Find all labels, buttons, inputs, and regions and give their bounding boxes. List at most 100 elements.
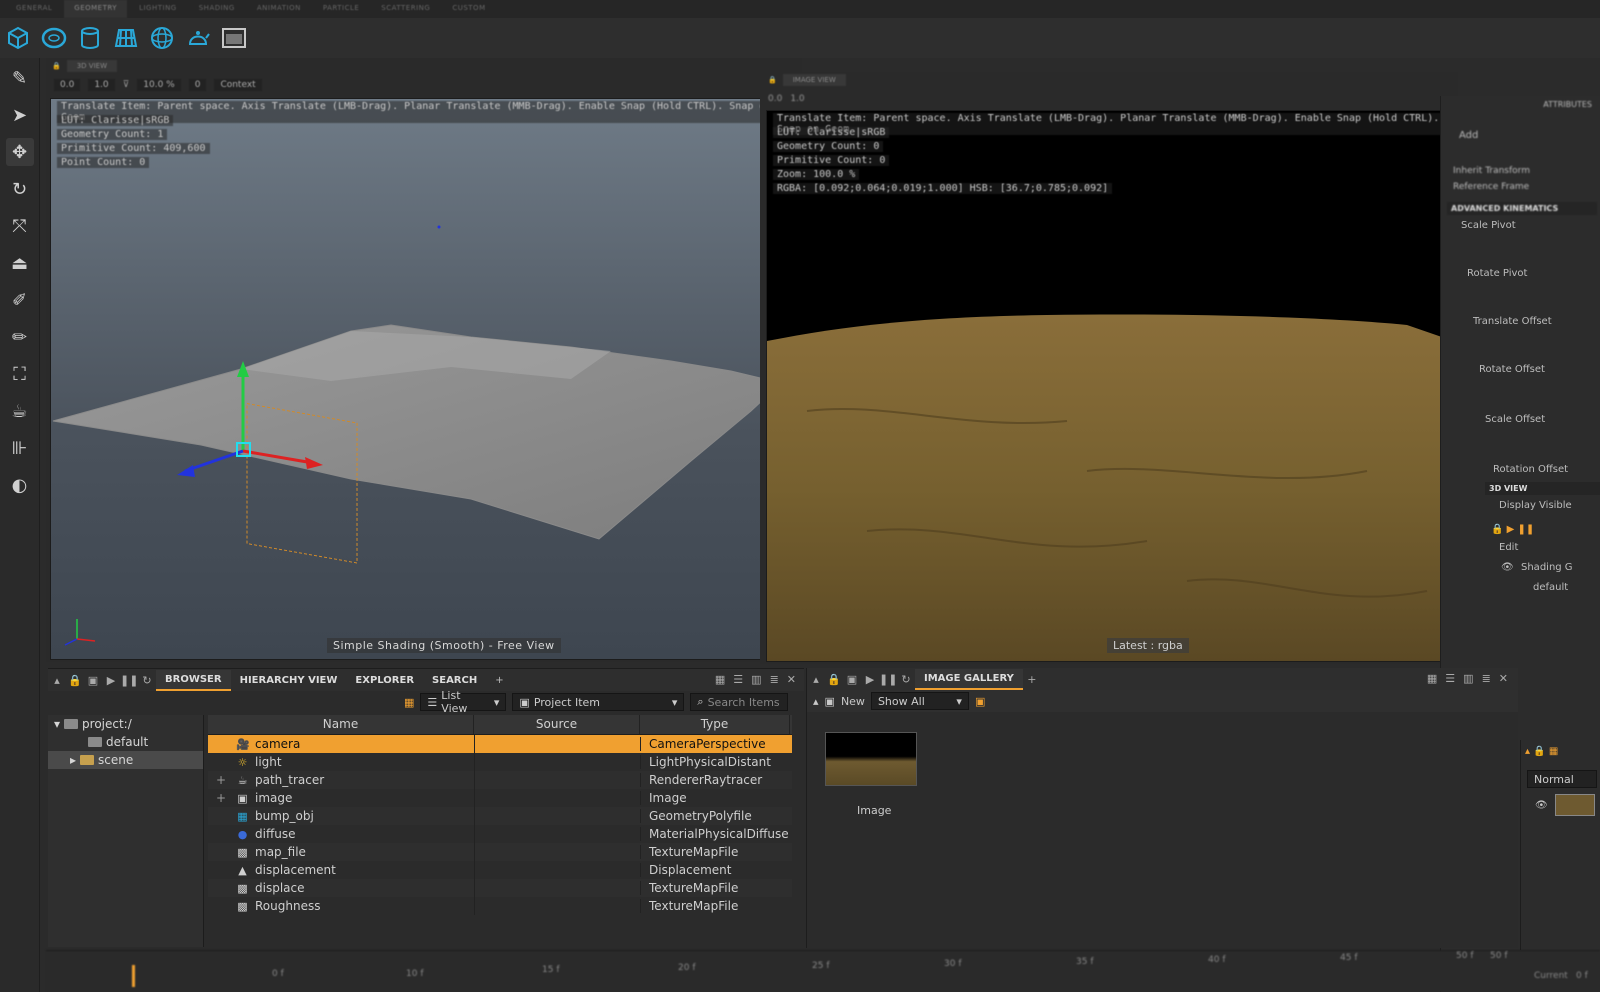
grid-icon[interactable] xyxy=(112,24,140,52)
end-frame-field[interactable]: 50 f xyxy=(1490,951,1507,961)
layer-thumbnail[interactable] xyxy=(1555,794,1595,816)
cell-name[interactable]: + ▣ image xyxy=(208,791,474,805)
color-swatch-icon[interactable]: ◐ xyxy=(6,471,34,499)
timeline-playhead[interactable] xyxy=(132,965,135,987)
refresh-icon[interactable]: ↻ xyxy=(138,674,156,687)
tab-browser[interactable]: BROWSER xyxy=(156,669,231,691)
table-row[interactable]: ▩ displace TextureMapFile xyxy=(208,879,792,897)
table-row[interactable]: + ☕ path_tracer RendererRaytracer xyxy=(208,771,792,789)
tab-search[interactable]: SEARCH xyxy=(423,671,486,690)
add-button[interactable]: Add xyxy=(1459,130,1478,141)
image-icon[interactable]: ▣ xyxy=(975,695,985,708)
cell-name[interactable]: + ☕ path_tracer xyxy=(208,773,474,787)
shelf-tab-geometry[interactable]: GEOMETRY xyxy=(64,0,128,18)
layout-grid-icon[interactable]: ▦ xyxy=(1427,672,1437,685)
eye-icon[interactable]: 👁 xyxy=(1535,800,1548,811)
shelf-tab-custom[interactable]: CUSTOM xyxy=(442,0,495,18)
layout-list-icon[interactable]: ≣ xyxy=(770,673,779,686)
shelf-tab-particle[interactable]: PARTICLE xyxy=(313,0,369,18)
add-tab-button[interactable]: + xyxy=(1023,673,1041,686)
shelf-tab-animation[interactable]: ANIMATION xyxy=(247,0,311,18)
cell-source[interactable] xyxy=(474,789,640,807)
tab-image-gallery[interactable]: IMAGE GALLERY xyxy=(915,668,1023,690)
torus-icon[interactable] xyxy=(40,24,68,52)
cell-source[interactable] xyxy=(474,825,640,843)
snapshot-icon[interactable]: ▣ xyxy=(843,673,861,686)
eye-icon[interactable]: 👁 xyxy=(1501,562,1514,573)
tab-image-view[interactable]: IMAGE VIEW xyxy=(782,74,846,86)
collapse-icon[interactable]: ▴ xyxy=(813,695,819,708)
table-row[interactable]: ☼ light LightPhysicalDistant xyxy=(208,753,792,771)
column-header-type[interactable]: Type xyxy=(640,715,790,734)
expand-plus-icon[interactable]: + xyxy=(216,791,226,805)
teapot-icon[interactable] xyxy=(184,24,212,52)
cell-source[interactable] xyxy=(474,735,640,753)
close-icon[interactable]: ✕ xyxy=(787,673,796,686)
tree-node-default[interactable]: default xyxy=(48,733,203,751)
cube-icon[interactable] xyxy=(4,24,32,52)
blend-mode-dropdown[interactable]: Normal xyxy=(1527,770,1597,788)
lock-icon[interactable]: 🔒 xyxy=(52,62,61,70)
close-icon[interactable]: ✕ xyxy=(1499,672,1508,685)
frame-icon[interactable]: ⛶ xyxy=(6,360,34,388)
section-advanced-kinematics[interactable]: ADVANCED KINEMATICS xyxy=(1447,202,1597,215)
tab-explorer[interactable]: EXPLORER xyxy=(346,671,423,690)
3d-viewport[interactable]: Translate Item: Parent space. Axis Trans… xyxy=(50,98,802,660)
paint-icon[interactable]: ✐ xyxy=(6,286,34,314)
num-field-1[interactable]: 0.0 xyxy=(54,79,81,91)
brush-icon[interactable]: ✏ xyxy=(6,323,34,351)
shelf-tab-scattering[interactable]: SCATTERING xyxy=(371,0,440,18)
tree-node-project[interactable]: ▾ project:/ xyxy=(48,715,203,733)
expand-arrow-icon[interactable]: ▸ xyxy=(70,753,76,767)
shelf-tab-shading[interactable]: SHADING xyxy=(189,0,245,18)
add-tab-button[interactable]: + xyxy=(486,671,512,690)
expand-arrow-icon[interactable]: ▾ xyxy=(54,717,60,731)
tab-hierarchy-view[interactable]: HIERARCHY VIEW xyxy=(231,671,347,690)
snapshot-icon[interactable]: ▣ xyxy=(84,674,102,687)
lock-icon[interactable]: 🔒 xyxy=(825,673,843,686)
pen-icon[interactable]: ✎ xyxy=(6,64,34,92)
rotate-icon[interactable]: ↻ xyxy=(6,175,34,203)
layout-grid-icon[interactable]: ▦ xyxy=(715,673,725,686)
image-viewport[interactable]: Translate Item: Parent space. Axis Trans… xyxy=(766,110,1458,662)
collapse-icon[interactable]: ▴ xyxy=(807,673,825,686)
pause-icon[interactable]: ❚❚ xyxy=(879,673,897,686)
cell-source[interactable] xyxy=(474,843,640,861)
layout-list-icon[interactable]: ≣ xyxy=(1482,672,1491,685)
cell-name[interactable]: ▦ bump_obj xyxy=(208,809,474,823)
column-header-source[interactable]: Source xyxy=(474,715,640,734)
tree-node-scene[interactable]: ▸ scene xyxy=(48,751,203,769)
new-image-icon[interactable]: ▣ xyxy=(825,695,835,708)
gallery-thumbnail[interactable] xyxy=(825,732,917,786)
refresh-icon[interactable]: ↻ xyxy=(897,673,915,686)
select-arrow-icon[interactable]: ➤ xyxy=(6,101,34,129)
cell-source[interactable] xyxy=(474,861,640,879)
table-row[interactable]: 🎥 camera CameraPerspective xyxy=(208,735,792,753)
cell-name[interactable]: ▩ Roughness xyxy=(208,899,474,913)
expand-plus-icon[interactable]: + xyxy=(216,773,226,787)
frame-field[interactable]: 0 xyxy=(188,79,207,91)
filter-icon[interactable]: ⊽ xyxy=(123,80,130,90)
cell-name[interactable]: ▲ displacement xyxy=(208,863,474,877)
current-frame-field[interactable]: 0 f xyxy=(1576,971,1588,981)
table-row[interactable]: ▩ map_file TextureMapFile xyxy=(208,843,792,861)
cylinder-icon[interactable] xyxy=(76,24,104,52)
cell-name[interactable]: ☼ light xyxy=(208,755,474,769)
stamp-icon[interactable]: ⏏ xyxy=(6,249,34,277)
table-row[interactable]: + ▣ image Image xyxy=(208,789,792,807)
show-all-dropdown[interactable]: Show All ▾ xyxy=(870,692,969,710)
num-field-2[interactable]: 1.0 xyxy=(790,94,804,104)
view-mode-icon[interactable]: ▦ xyxy=(404,696,414,709)
cell-name[interactable]: ● diffuse xyxy=(208,827,474,841)
zoom-field[interactable]: 10.0 % xyxy=(137,79,181,91)
shelf-tab-lighting[interactable]: LIGHTING xyxy=(129,0,187,18)
cell-name[interactable]: ▩ displace xyxy=(208,881,474,895)
search-input[interactable]: ⌕ Search Items xyxy=(690,693,789,711)
cell-name[interactable]: 🎥 camera xyxy=(208,737,474,751)
list-view-dropdown[interactable]: ☰ List View ▾ xyxy=(420,689,507,715)
ruler-icon[interactable]: ⊪ xyxy=(6,434,34,462)
scale-icon[interactable]: ⤧ xyxy=(6,212,34,240)
table-row[interactable]: ▩ Roughness TextureMapFile xyxy=(208,897,792,915)
play-icon[interactable]: ▶ xyxy=(102,674,120,687)
section-3d-view[interactable]: 3D VIEW xyxy=(1485,482,1600,495)
